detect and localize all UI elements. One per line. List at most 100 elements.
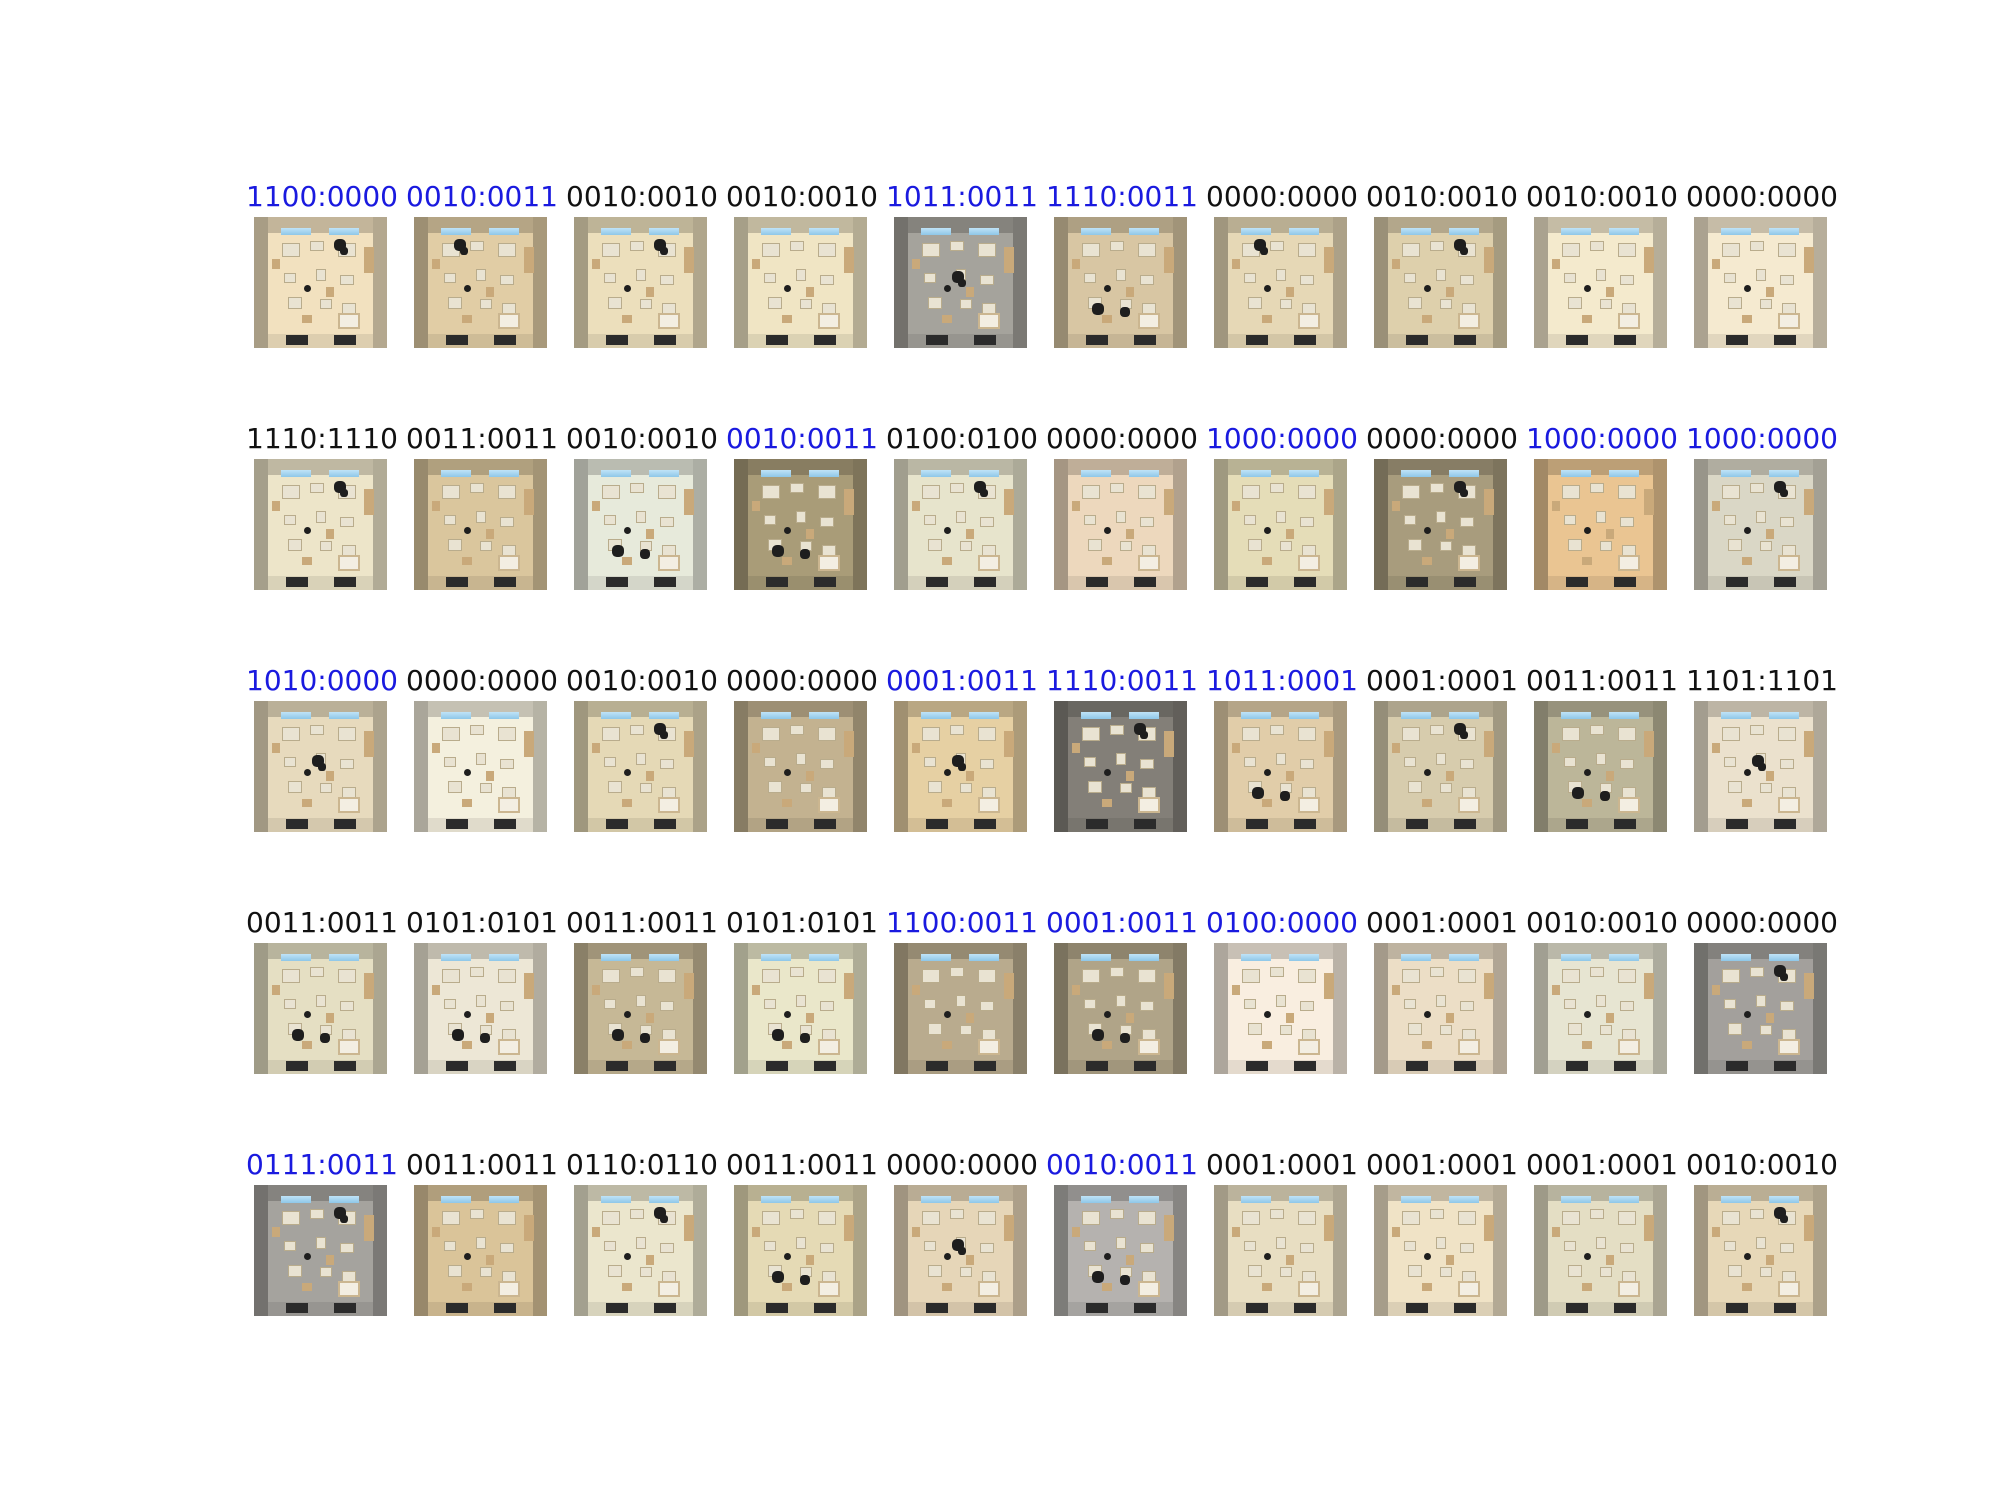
floor-vent bbox=[1086, 1061, 1108, 1071]
furniture bbox=[1138, 1211, 1156, 1225]
room-wall-top bbox=[1534, 701, 1667, 717]
furniture bbox=[928, 539, 942, 551]
cell-label: 0011:0011 bbox=[566, 906, 718, 939]
skylight bbox=[809, 954, 839, 961]
furniture bbox=[660, 759, 674, 769]
furniture bbox=[1750, 967, 1764, 977]
room-wall-bottom bbox=[254, 576, 387, 590]
skylight bbox=[969, 712, 999, 719]
floor-vent bbox=[494, 819, 516, 829]
furniture bbox=[1430, 1209, 1444, 1219]
room-wall-top bbox=[414, 217, 547, 233]
room-wall-top bbox=[1374, 943, 1507, 959]
room-wall-top bbox=[254, 1185, 387, 1201]
room-wall-top bbox=[1214, 701, 1347, 717]
furniture bbox=[1300, 1243, 1314, 1253]
room-thumbnail bbox=[1534, 459, 1667, 590]
furniture-wood bbox=[912, 743, 920, 753]
floor-vent bbox=[446, 335, 468, 345]
room-wall-left bbox=[254, 943, 268, 1074]
room-wall-top bbox=[574, 701, 707, 717]
room-wall-right bbox=[1173, 1185, 1187, 1316]
room-wall-left bbox=[414, 701, 428, 832]
floor-vent bbox=[814, 1061, 836, 1071]
floor-object bbox=[784, 1253, 791, 1260]
furniture-wood bbox=[684, 731, 694, 757]
furniture bbox=[480, 783, 492, 793]
furniture bbox=[500, 759, 514, 769]
furniture-wood bbox=[942, 1283, 952, 1291]
grid-cell: 0000:0000 bbox=[1682, 180, 1842, 350]
skylight bbox=[761, 712, 791, 719]
floor-object bbox=[944, 527, 951, 534]
grid-cell: 0001:0001 bbox=[1202, 1148, 1362, 1318]
skylight bbox=[489, 712, 519, 719]
grid-cell: 0100:0000 bbox=[1202, 906, 1362, 1076]
furniture bbox=[1458, 1211, 1476, 1225]
cell-label: 1011:0011 bbox=[886, 180, 1038, 213]
furniture-wood bbox=[752, 259, 760, 269]
furniture bbox=[1110, 241, 1124, 251]
furniture-wood bbox=[592, 1227, 600, 1237]
furniture-wood bbox=[272, 985, 280, 995]
skylight bbox=[329, 470, 359, 477]
furniture bbox=[1618, 1211, 1636, 1225]
floor-vent bbox=[814, 819, 836, 829]
furniture bbox=[1276, 753, 1286, 765]
furniture-wood bbox=[1804, 247, 1814, 273]
skylight bbox=[1289, 712, 1319, 719]
furniture-wood bbox=[1232, 1227, 1240, 1237]
room-wall-left bbox=[1054, 701, 1068, 832]
rug bbox=[978, 555, 1000, 571]
furniture bbox=[1082, 1211, 1100, 1225]
furniture-wood bbox=[1606, 771, 1614, 781]
grid-cell: 0010:0010 bbox=[722, 180, 882, 350]
room-wall-right bbox=[1333, 701, 1347, 832]
room-wall-top bbox=[254, 459, 387, 475]
rug bbox=[1298, 313, 1320, 329]
furniture bbox=[470, 725, 484, 735]
room-wall-top bbox=[1214, 943, 1347, 959]
person bbox=[800, 1275, 810, 1285]
furniture bbox=[980, 1001, 994, 1011]
furniture bbox=[310, 1209, 324, 1219]
furniture-wood bbox=[1582, 799, 1592, 807]
rug bbox=[1778, 1039, 1800, 1055]
room-wall-bottom bbox=[1214, 334, 1347, 348]
furniture bbox=[1276, 269, 1286, 281]
room-wall-right bbox=[373, 943, 387, 1074]
room-wall-right bbox=[533, 459, 547, 590]
furniture-wood bbox=[1606, 529, 1614, 539]
skylight bbox=[601, 470, 631, 477]
rug bbox=[1778, 313, 1800, 329]
floor-vent bbox=[1454, 1303, 1476, 1313]
room-wall-right bbox=[693, 459, 707, 590]
rug bbox=[978, 1281, 1000, 1297]
furniture bbox=[1140, 759, 1154, 769]
furniture-wood bbox=[302, 315, 312, 323]
room-wall-top bbox=[734, 217, 867, 233]
grid-cell: 0101:0101 bbox=[722, 906, 882, 1076]
furniture-wood bbox=[1286, 529, 1294, 539]
floor-object bbox=[304, 285, 311, 292]
room-wall-bottom bbox=[254, 1302, 387, 1316]
room-wall-bottom bbox=[254, 818, 387, 832]
furniture-wood bbox=[1582, 315, 1592, 323]
furniture bbox=[762, 969, 780, 983]
furniture bbox=[1564, 999, 1576, 1009]
person bbox=[340, 247, 348, 255]
furniture bbox=[1722, 969, 1740, 983]
furniture bbox=[922, 969, 940, 983]
room-wall-top bbox=[734, 701, 867, 717]
room-wall-top bbox=[1694, 943, 1827, 959]
furniture-wood bbox=[1102, 799, 1112, 807]
room-wall-right bbox=[1813, 701, 1827, 832]
cell-label: 0010:0010 bbox=[566, 180, 718, 213]
cell-label: 0100:0100 bbox=[886, 422, 1038, 455]
floor-vent bbox=[1774, 819, 1796, 829]
room-wall-bottom bbox=[1214, 818, 1347, 832]
furniture bbox=[1756, 269, 1766, 281]
furniture bbox=[762, 243, 780, 257]
furniture-wood bbox=[912, 985, 920, 995]
furniture-wood bbox=[1422, 1041, 1432, 1049]
